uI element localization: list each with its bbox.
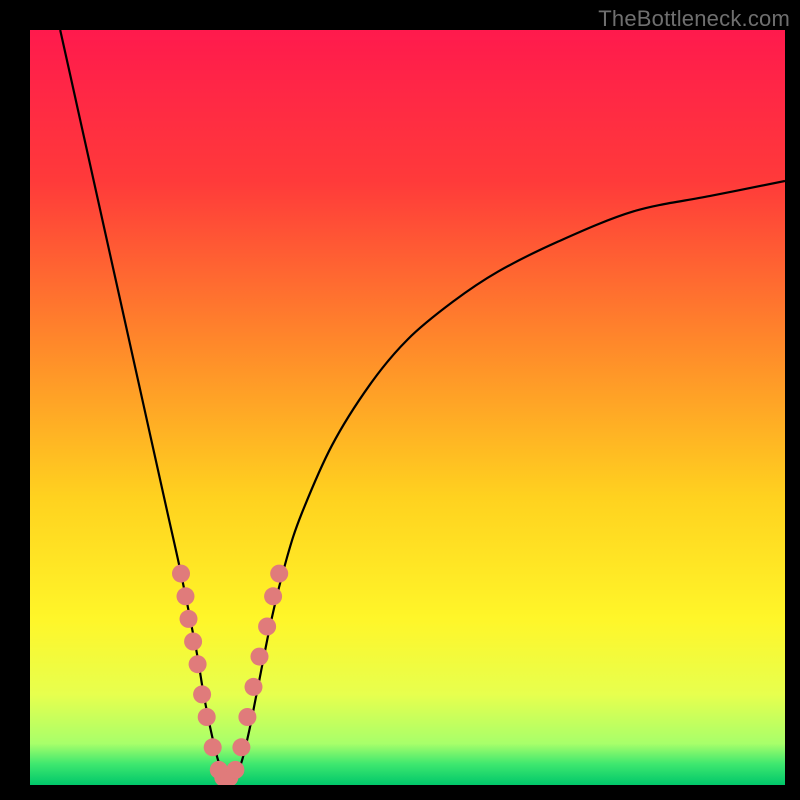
highlight-dot (189, 655, 207, 673)
highlight-dot (238, 708, 256, 726)
highlight-dot (245, 678, 263, 696)
highlight-dot (251, 648, 269, 666)
highlight-dot (172, 565, 190, 583)
chart-frame (30, 30, 785, 785)
highlight-dot (198, 708, 216, 726)
highlight-dot (184, 633, 202, 651)
highlight-dot (204, 738, 222, 756)
watermark-text: TheBottleneck.com (598, 6, 790, 32)
highlight-dot (264, 587, 282, 605)
highlight-dot (180, 610, 198, 628)
highlight-dot (226, 761, 244, 779)
bottleneck-chart (30, 30, 785, 785)
highlight-dot (258, 618, 276, 636)
highlight-dot (270, 565, 288, 583)
highlight-dot (232, 738, 250, 756)
highlight-dot (193, 685, 211, 703)
highlight-dot (177, 587, 195, 605)
